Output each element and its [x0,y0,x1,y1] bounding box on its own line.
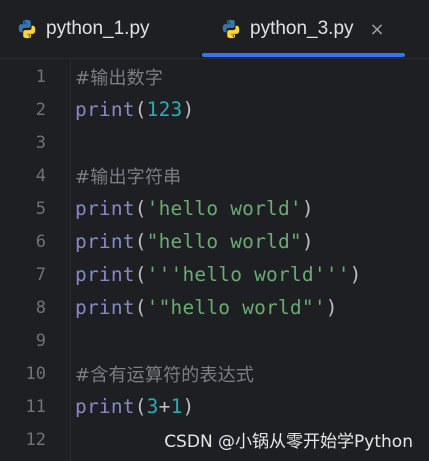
paren-close: ) [301,197,314,220]
active-tab-indicator [202,53,405,57]
code-line: 11 print(3+1) [0,390,429,423]
close-icon[interactable]: × [370,19,385,40]
paren-close: ) [325,296,338,319]
string-literal: '''hello world''' [146,263,350,286]
line-number: 7 [35,264,46,285]
paren-open: ( [134,296,147,319]
python-icon [18,19,36,39]
number-literal: 1 [170,395,183,418]
line-number: 6 [35,231,46,252]
line-number: 4 [35,165,46,186]
code-text: print('''hello world''') [75,263,362,286]
paren-open: ( [134,98,147,121]
code-line: 5 print('hello world') [0,192,429,225]
tab-python-1[interactable]: python_1.py [16,0,150,58]
code-line: 4 #输出字符串 [0,159,429,192]
tab-label: python_3.py [250,18,354,39]
code-text: print(3+1) [75,395,194,418]
code-text: #输出数字 [75,64,163,90]
line-number: 10 [25,363,46,384]
keyword: print [75,98,135,121]
code-line: 6 print("hello world") [0,225,429,258]
code-line: 10 #含有运算符的表达式 [0,357,429,390]
keyword: print [75,296,135,319]
line-number: 3 [35,132,46,153]
editor-tab-bar: python_1.py python_3.py × [0,0,429,59]
paren-open: ( [134,230,147,253]
keyword: print [75,230,135,253]
code-editor[interactable]: 1 #输出数字 2 print(123) 3 4 #输出字符串 5 print(… [0,59,429,461]
operator: + [158,395,171,418]
line-number: 1 [35,66,46,87]
paren-close: ) [182,98,195,121]
line-number: 8 [35,297,46,318]
paren-open: ( [134,263,147,286]
paren-open: ( [134,197,147,220]
keyword: print [75,395,135,418]
code-line: 9 [0,324,429,357]
code-text: #含有运算符的表达式 [75,361,254,387]
number-literal: 123 [146,98,183,121]
python-icon [222,19,240,39]
code-text: print("hello world") [75,230,314,253]
code-line: 7 print('''hello world''') [0,258,429,291]
tab-python-3[interactable]: python_3.py × [202,0,405,58]
keyword: print [75,263,135,286]
number-literal: 3 [146,395,159,418]
line-number: 11 [25,396,46,417]
paren-open: ( [134,395,147,418]
line-number: 12 [25,429,46,450]
code-text: #输出字符串 [75,163,181,189]
paren-close: ) [349,263,362,286]
string-literal: "hello world" [146,230,302,253]
comment: #输出数字 [75,67,164,89]
keyword: print [75,197,135,220]
code-text: print('hello world') [75,197,314,220]
code-line: 8 print('"hello world"') [0,291,429,324]
string-literal: '"hello world"' [146,296,326,319]
line-number: 5 [35,198,46,219]
comment: #含有运算符的表达式 [75,364,255,386]
watermark: CSDN @小锅从零开始学Python [164,432,413,452]
paren-close: ) [301,230,314,253]
code-line: 3 [0,126,429,159]
code-line: 2 print(123) [0,93,429,126]
line-number: 9 [35,330,46,351]
paren-close: ) [182,395,195,418]
code-text: print(123) [75,98,194,121]
tab-label: python_1.py [46,18,150,39]
code-line: 1 #输出数字 [0,60,429,93]
string-literal: 'hello world' [146,197,302,220]
code-text: print('"hello world"') [75,296,338,319]
comment: #输出字符串 [75,166,182,188]
line-number: 2 [35,99,46,120]
